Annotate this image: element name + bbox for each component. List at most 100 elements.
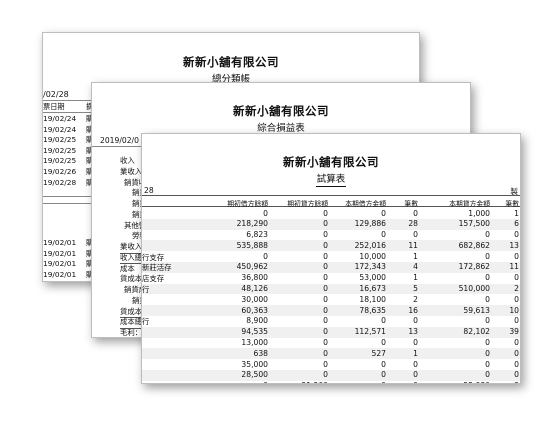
amount-cell: 16,673 [359, 284, 386, 294]
trial-balance-table: 0 0 0 0 1,000 1 218,290 0 129,886 28 157,500 6 6,823… [142, 208, 520, 383]
table-row: 94,535 0 112,571 13 82,102 39 [142, 326, 520, 338]
amount-cell: 0 [413, 359, 418, 369]
trial-balance-header: 期初借方餘額 期初貸方餘額 本期借方金額 筆數 本期貸方金額 筆數 [142, 195, 520, 208]
amount-cell: 48,126 [241, 284, 268, 294]
ledger-date: 19/02/01 [43, 238, 77, 247]
amount-cell: 11 [408, 240, 418, 250]
amount-cell: 0 [323, 208, 328, 218]
report-title: 試算表 [315, 174, 347, 187]
table-row: 60,363 0 78,635 16 59,613 10 [142, 305, 520, 316]
amount-cell: 157,500 [458, 219, 490, 229]
amount-cell: 0 [323, 294, 328, 304]
amount-cell: 0 [330, 381, 386, 383]
amount-cell: 0 [323, 251, 328, 261]
amount-cell: 535,888 [236, 240, 268, 250]
amount-cell: 0 [202, 381, 268, 383]
amount-cell: 0 [390, 381, 418, 383]
report-title: 綜合損益表 [256, 123, 306, 136]
amount-cell: 0 [323, 230, 328, 240]
amount-cell: 218,290 [236, 219, 268, 229]
table-row: 6,823 0 0 0 0 0 [142, 230, 520, 241]
amount-cell: 0 [413, 338, 418, 348]
report-date: 28 [144, 186, 154, 195]
amount-cell: 252,016 [354, 240, 386, 250]
amount-cell: 0 [381, 208, 386, 218]
report-date: 2019/02/0 [100, 136, 139, 145]
amount-cell: 5 [413, 284, 418, 294]
amount-cell: 172,862 [458, 262, 490, 272]
column-header: 期初貸方餘額 [287, 199, 328, 208]
column-header: 本期借方金額 [345, 199, 386, 208]
amount-cell: 172,343 [354, 262, 386, 272]
amount-cell: 0 [514, 251, 519, 261]
amount-cell: 8,900 [246, 316, 268, 326]
amount-cell: 1 [413, 251, 418, 261]
amount-cell: 0 [323, 284, 328, 294]
amount-cell: 6,823 [246, 230, 268, 240]
company-name: 新新小舖有限公司 [233, 104, 329, 118]
amount-cell: 0 [381, 338, 386, 348]
header-date: 票日期 [43, 102, 65, 111]
amount-cell: 1 [413, 348, 418, 358]
amount-cell: 0 [263, 208, 268, 218]
amount-cell: 527 [371, 348, 387, 358]
amount-cell: 0 [485, 359, 490, 369]
amount-cell: 13 [408, 327, 418, 337]
amount-cell: 35,000 [241, 359, 268, 369]
amount-cell: 0 [485, 251, 490, 261]
ledger-date: 19/02/01 [43, 248, 77, 258]
table-row: 535,888 0 252,016 11 682,862 13 [142, 240, 520, 252]
amount-cell: 510,000 [458, 284, 490, 294]
amount-cell: 0 [323, 273, 328, 283]
amount-cell: 0 [323, 327, 328, 337]
amount-cell: 450,962 [236, 262, 268, 272]
amount-cell: 0 [485, 338, 490, 348]
amount-cell: 0 [514, 338, 519, 348]
amount-cell: 2 [413, 294, 418, 304]
amount-cell: 16 [408, 305, 418, 315]
amount-cell: 0 [323, 370, 328, 380]
amount-cell: 0 [381, 230, 386, 240]
ledger-date: 19/02/26 [43, 166, 77, 176]
amount-cell: 0 [485, 370, 490, 380]
report-date: /02/28 [43, 90, 69, 99]
amount-cell: 0 [485, 273, 490, 283]
amount-cell: 0 [323, 359, 328, 369]
amount-cell: 78,635 [359, 305, 386, 315]
amount-cell: 0 [485, 230, 490, 240]
amount-cell: 2 [514, 284, 519, 294]
amount-cell: 6 [514, 219, 519, 229]
ledger-date: 19/02/24 [43, 114, 77, 123]
trial-balance-sheet[interactable]: 新新小舖有限公司 試算表 28 製 期初借方餘額 期初貸方餘額 本期借方金額 筆數 本期… [141, 133, 521, 384]
column-header: 本期貸方金額 [449, 199, 490, 208]
table-row: 021,2000055,0803 [142, 381, 520, 383]
amount-cell: 13,000 [241, 338, 268, 348]
amount-cell: 0 [381, 359, 386, 369]
amount-cell: 0 [485, 294, 490, 304]
amount-cell: 0 [413, 370, 418, 380]
amount-cell: 30,000 [241, 294, 268, 304]
amount-cell: 11 [509, 262, 519, 272]
amount-cell: 0 [381, 370, 386, 380]
ledger-date: 19/02/28 [43, 177, 77, 187]
amount-cell: 0 [514, 359, 519, 369]
amount-cell: 0 [263, 251, 268, 261]
amount-cell: 28,500 [241, 370, 268, 380]
column-header: 筆數 [404, 199, 418, 208]
amount-cell: 0 [514, 294, 519, 304]
amount-cell: 3 [494, 381, 519, 383]
amount-cell: 0 [485, 316, 490, 326]
amount-cell: 0 [514, 348, 519, 358]
amount-cell: 82,102 [463, 327, 490, 337]
amount-cell: 0 [413, 208, 418, 218]
amount-cell: 94,535 [241, 327, 268, 337]
ledger-date: 19/02/01 [43, 269, 77, 279]
amount-cell: 0 [514, 230, 519, 240]
column-header: 筆數 [505, 199, 519, 208]
amount-cell: 60,363 [241, 305, 268, 315]
amount-cell: 112,571 [354, 327, 386, 337]
amount-cell: 0 [514, 370, 519, 380]
amount-cell: 0 [485, 348, 490, 358]
amount-cell: 1 [514, 208, 519, 218]
ledger-date: 19/02/01 [43, 259, 77, 269]
